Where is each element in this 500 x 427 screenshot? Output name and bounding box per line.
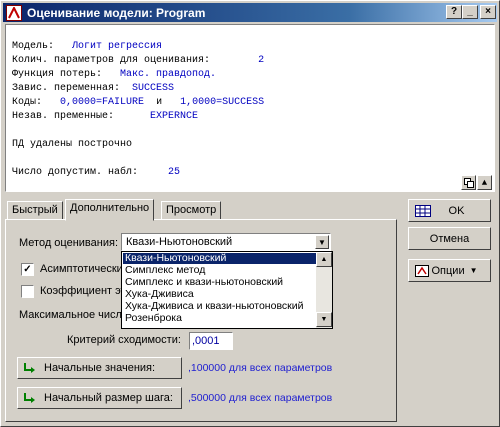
scroll-down-icon[interactable]: ▼ [316,312,332,327]
output-line-model: Модель: Логит регрессия [12,41,163,52]
ok-button[interactable]: OK [408,199,491,222]
coef-checkbox[interactable] [21,285,34,298]
method-option[interactable]: Симплекс метод [123,265,317,276]
window-title: Оценивание модели: Program [27,5,206,20]
method-option[interactable]: Хука-Дживиса [123,289,317,300]
ok-label: OK [448,204,465,217]
output-line-codes: Коды: 0,0000=FAILURE и 1,0000=SUCCESS [12,97,265,108]
method-option[interactable]: Квази-Ньютоновский [123,253,317,264]
cancel-label: Отмена [429,232,470,245]
arrow-down-right-icon [22,361,40,375]
minimize-button[interactable]: _ [462,5,478,19]
start-values-note: ,100000 для всех параметров [188,362,333,374]
tab-quick[interactable]: Быстрый [7,201,63,220]
tab-advanced[interactable]: Дополнительно [65,199,155,221]
help-button[interactable]: ? [446,5,462,19]
method-dropdown-list: Квази-Ньютоновский Симплекс метод Симпле… [121,251,333,329]
grid-icon [415,205,431,217]
output-line-independent: Незав. пременные: EXPERNCE [12,111,199,122]
scroll-up-icon[interactable]: ▲ [316,252,332,267]
options-label: Опции [431,264,465,277]
asymptotic-checkbox[interactable]: ✓ [21,263,34,276]
method-option[interactable]: Хука-Дживиса и квази-ньютоновский [123,301,317,312]
step-size-button[interactable]: Начальный размер шага: [17,387,182,409]
convergence-label: Критерий сходимости: [67,334,181,346]
output-line-missing: ПД удалены построчно [12,139,133,150]
chevron-down-icon: ▼ [469,266,478,275]
output-line-dependent: Завис. переменная: SUCCESS [12,83,175,94]
options-icon [415,265,429,277]
method-label: Метод оценивания: [19,237,119,249]
dialog-window: Оценивание модели: Program ? _ × Модель:… [0,0,500,427]
step-size-label: Начальный размер шага: [44,392,173,404]
start-values-label: Начальные значения: [44,362,156,374]
results-output: Модель: Логит регрессия Колич. параметро… [5,24,495,192]
start-values-button[interactable]: Начальные значения: [17,357,182,379]
cancel-button[interactable]: Отмена [408,227,491,250]
chevron-down-icon[interactable]: ▼ [315,235,329,249]
coef-label: Коэффициент эта [40,285,132,297]
output-line-valid-n: Число допустим. набл: 25 [12,167,181,178]
collapse-up-icon[interactable]: ▲ [477,175,492,190]
max-iterations-label: Максимальное число [19,309,129,321]
copy-icon[interactable] [461,175,476,190]
asymptotic-label: Асимптотические [40,263,129,275]
arrow-down-right-icon [22,391,40,405]
method-select[interactable]: Квази-Ньютоновский ▼ [121,233,331,251]
app-icon [6,4,22,21]
options-button[interactable]: Опции ▼ [408,259,491,282]
output-line-params: Колич. параметров для оценивания: 2 [12,55,265,66]
dropdown-scrollbar[interactable]: ▲ ▼ [316,252,332,328]
tab-review[interactable]: Просмотр [161,201,222,220]
method-option[interactable]: Розенброка [123,313,317,324]
step-size-note: ,500000 для всех параметров [188,392,333,404]
output-line-loss: Функция потерь: Макс. правдопод. [12,69,217,80]
method-selected-value: Квази-Ньютоновский [126,236,233,248]
title-bar[interactable]: Оценивание модели: Program ? _ × [3,3,497,22]
close-button[interactable]: × [480,5,496,19]
method-option[interactable]: Симплекс и квази-ньютоновский [123,277,317,288]
convergence-input[interactable]: ,0001 [189,332,233,350]
